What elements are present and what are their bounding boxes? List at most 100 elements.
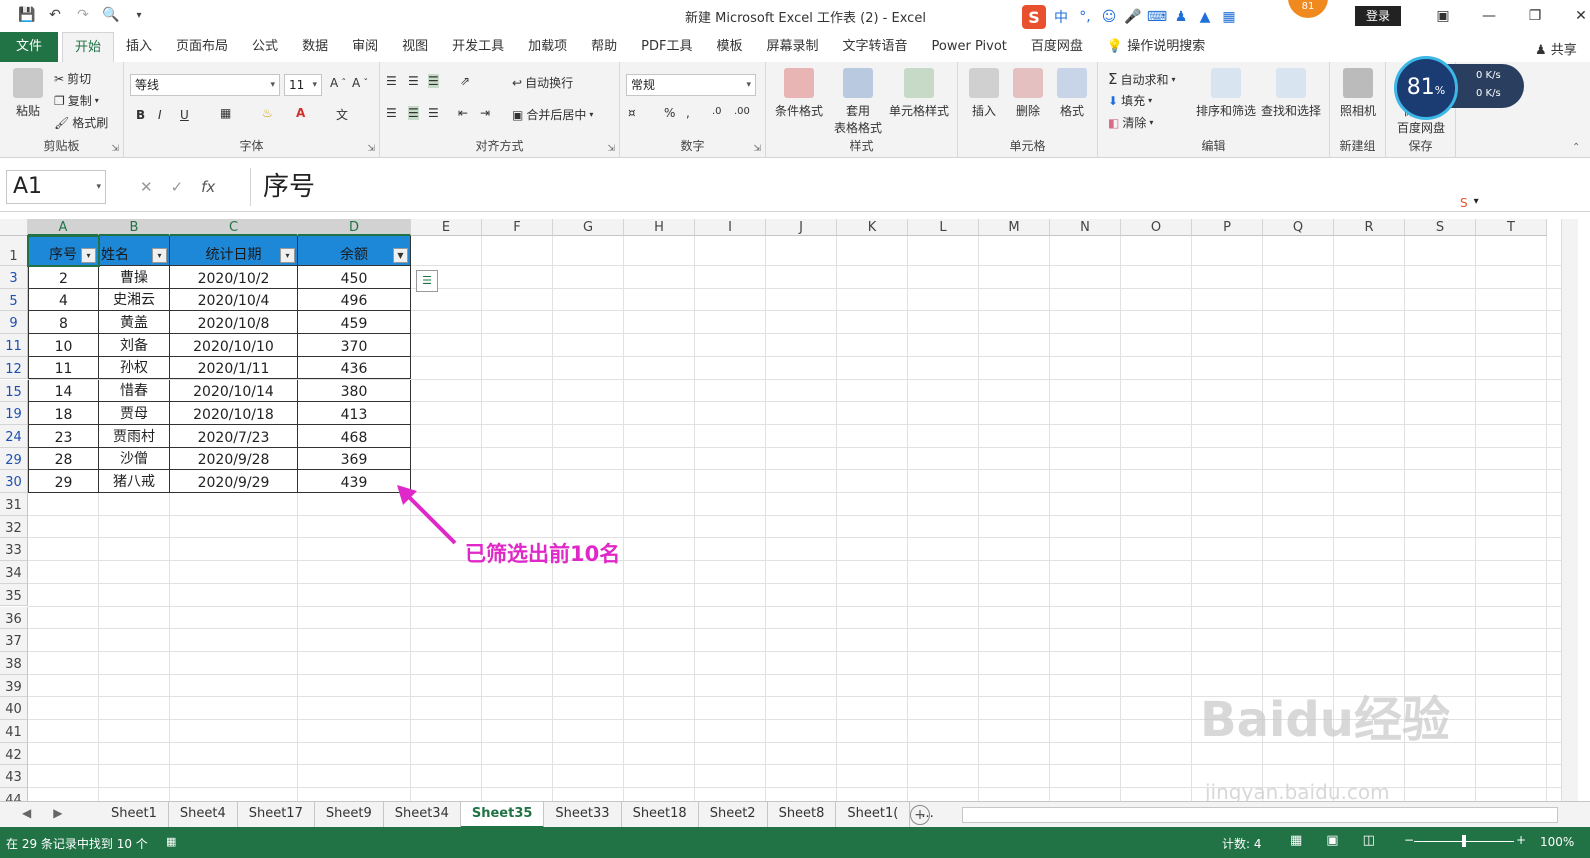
currency-icon[interactable]: ¤ xyxy=(628,106,636,120)
clear-button[interactable]: ◧ 清除 ▾ xyxy=(1108,114,1153,131)
close-icon[interactable]: ✕ xyxy=(1558,4,1590,28)
tab-file[interactable]: 文件 xyxy=(0,32,58,62)
cell-styles-button[interactable]: 单元格样式 xyxy=(884,68,954,119)
zoom-thumb[interactable] xyxy=(1462,835,1466,847)
login-button[interactable]: 登录 xyxy=(1355,6,1401,26)
table-cell[interactable]: 黄盖 xyxy=(99,311,170,335)
border-icon[interactable]: ▦ xyxy=(220,106,231,120)
table-cell[interactable]: 史湘云 xyxy=(99,288,170,312)
table-cell[interactable]: 370 xyxy=(298,334,411,357)
sheet-tab[interactable]: Sheet9 xyxy=(315,802,384,828)
table-cell[interactable]: 11 xyxy=(28,356,99,380)
undo-icon[interactable]: ↶ xyxy=(46,6,64,24)
cancel-icon[interactable]: ✕ xyxy=(140,178,153,196)
alignment-launcher-icon[interactable]: ⇲ xyxy=(607,144,615,154)
column-header[interactable]: P xyxy=(1192,219,1263,236)
table-cell[interactable]: 8 xyxy=(28,311,99,335)
zoom-level[interactable]: 100% xyxy=(1540,835,1574,849)
column-header[interactable]: M xyxy=(979,219,1050,236)
table-cell[interactable]: 曹操 xyxy=(99,266,170,289)
merge-center-button[interactable]: ▣ 合并后居中 ▾ xyxy=(512,106,593,123)
autosum-button[interactable]: Σ 自动求和 ▾ xyxy=(1108,70,1176,88)
font-name-select[interactable]: 等线 ▾ xyxy=(130,74,280,96)
table-cell[interactable]: 2020/10/8 xyxy=(170,311,298,335)
column-header[interactable]: H xyxy=(624,219,695,236)
table-cell[interactable]: 2020/7/23 xyxy=(170,424,298,448)
increase-indent-icon[interactable]: ⇥ xyxy=(480,106,490,120)
row-header[interactable]: 15 xyxy=(0,379,28,403)
sheet-tab[interactable]: Sheet35 xyxy=(460,802,545,828)
row-header[interactable]: 42 xyxy=(0,742,28,766)
sheet-tab[interactable]: Sheet2 xyxy=(699,802,768,828)
conditional-format-button[interactable]: 条件格式 xyxy=(770,68,828,119)
tab-4[interactable]: 数据 xyxy=(290,32,340,62)
sheet-tab[interactable]: Sheet8 xyxy=(768,802,837,828)
row-header[interactable]: 33 xyxy=(0,538,28,562)
decrease-font-icon[interactable]: Aˇ xyxy=(352,76,368,90)
row-header[interactable]: 40 xyxy=(0,697,28,720)
row-header[interactable]: 32 xyxy=(0,515,28,539)
font-size-select[interactable]: 11 ▾ xyxy=(284,74,322,96)
table-cell[interactable]: 29 xyxy=(28,470,99,493)
zoom-in-icon[interactable]: + xyxy=(1516,833,1526,847)
column-header[interactable]: N xyxy=(1050,219,1121,236)
column-header[interactable]: D xyxy=(298,219,411,236)
filter-dropdown-icon[interactable]: ▾ xyxy=(280,248,295,263)
row-header[interactable]: 3 xyxy=(0,266,28,289)
row-header[interactable]: 19 xyxy=(0,402,28,425)
tab-6[interactable]: 视图 xyxy=(390,32,440,62)
quick-analysis-icon[interactable]: ☰ xyxy=(416,270,438,292)
table-cell[interactable]: 380 xyxy=(298,379,411,403)
row-header[interactable]: 41 xyxy=(0,720,28,743)
row-header[interactable]: 5 xyxy=(0,288,28,312)
column-header[interactable]: E xyxy=(411,219,482,236)
tab-3[interactable]: 公式 xyxy=(240,32,290,62)
customize-qat-icon[interactable]: ▾ xyxy=(130,6,148,24)
font-color-icon[interactable]: A xyxy=(296,106,305,120)
punctuation-icon[interactable]: °, xyxy=(1076,8,1094,26)
enter-icon[interactable]: ✓ xyxy=(171,178,184,196)
column-header[interactable]: R xyxy=(1334,219,1405,236)
align-middle-icon[interactable]: ☰ xyxy=(408,74,419,88)
table-cell[interactable]: 孙权 xyxy=(99,356,170,380)
row-header[interactable]: 43 xyxy=(0,765,28,789)
zoom-slider[interactable]: − + xyxy=(1404,833,1526,849)
row-header[interactable]: 36 xyxy=(0,606,28,630)
delete-cells-button[interactable]: 删除 xyxy=(1008,68,1048,119)
align-bottom-icon[interactable]: ☰ xyxy=(428,74,439,88)
table-cell[interactable]: 4 xyxy=(28,288,99,312)
increase-font-icon[interactable]: Aˆ xyxy=(330,76,346,90)
find-select-button[interactable]: 查找和选择 xyxy=(1258,68,1324,119)
tab-1[interactable]: 插入 xyxy=(114,32,164,62)
format-painter-button[interactable]: 🖌 格式刷 xyxy=(54,114,108,131)
table-cell[interactable]: 468 xyxy=(298,424,411,448)
normal-view-icon[interactable]: ▦ xyxy=(1290,833,1302,848)
table-cell[interactable]: 2 xyxy=(28,266,99,289)
table-cell[interactable]: 2020/10/4 xyxy=(170,288,298,312)
column-header[interactable]: B xyxy=(99,219,170,236)
tell-me-search[interactable]: 💡 操作说明搜索 xyxy=(1095,32,1217,62)
row-header[interactable]: 30 xyxy=(0,470,28,493)
table-cell[interactable]: 2020/10/14 xyxy=(170,379,298,403)
decrease-indent-icon[interactable]: ⇤ xyxy=(458,106,468,120)
vertical-scrollbar[interactable] xyxy=(1561,219,1578,801)
skin-icon[interactable]: ▲ xyxy=(1196,8,1214,26)
sheet-tab[interactable]: Sheet18 xyxy=(622,802,699,828)
paste-button[interactable]: 粘贴 xyxy=(8,68,48,119)
select-all-corner[interactable] xyxy=(0,219,28,236)
cut-button[interactable]: ✂ 剪切 xyxy=(54,70,91,87)
fill-color-icon[interactable]: ♨ xyxy=(262,106,273,120)
zoom-out-icon[interactable]: − xyxy=(1404,833,1414,847)
tab-8[interactable]: 加载项 xyxy=(516,32,579,62)
sheet-tab[interactable]: Sheet33 xyxy=(544,802,622,828)
microphone-icon[interactable]: 🎤 xyxy=(1124,8,1142,26)
table-cell[interactable]: 刘备 xyxy=(99,334,170,357)
align-left-icon[interactable]: ☰ xyxy=(386,106,397,120)
column-header[interactable]: I xyxy=(695,219,766,236)
phonetic-icon[interactable]: 文 xyxy=(336,106,348,123)
table-cell[interactable]: 413 xyxy=(298,402,411,425)
number-launcher-icon[interactable]: ⇲ xyxy=(753,144,761,154)
fill-button[interactable]: ⬇ 填充 ▾ xyxy=(1108,92,1152,109)
column-header[interactable]: Q xyxy=(1263,219,1334,236)
column-header[interactable]: T xyxy=(1476,219,1547,236)
